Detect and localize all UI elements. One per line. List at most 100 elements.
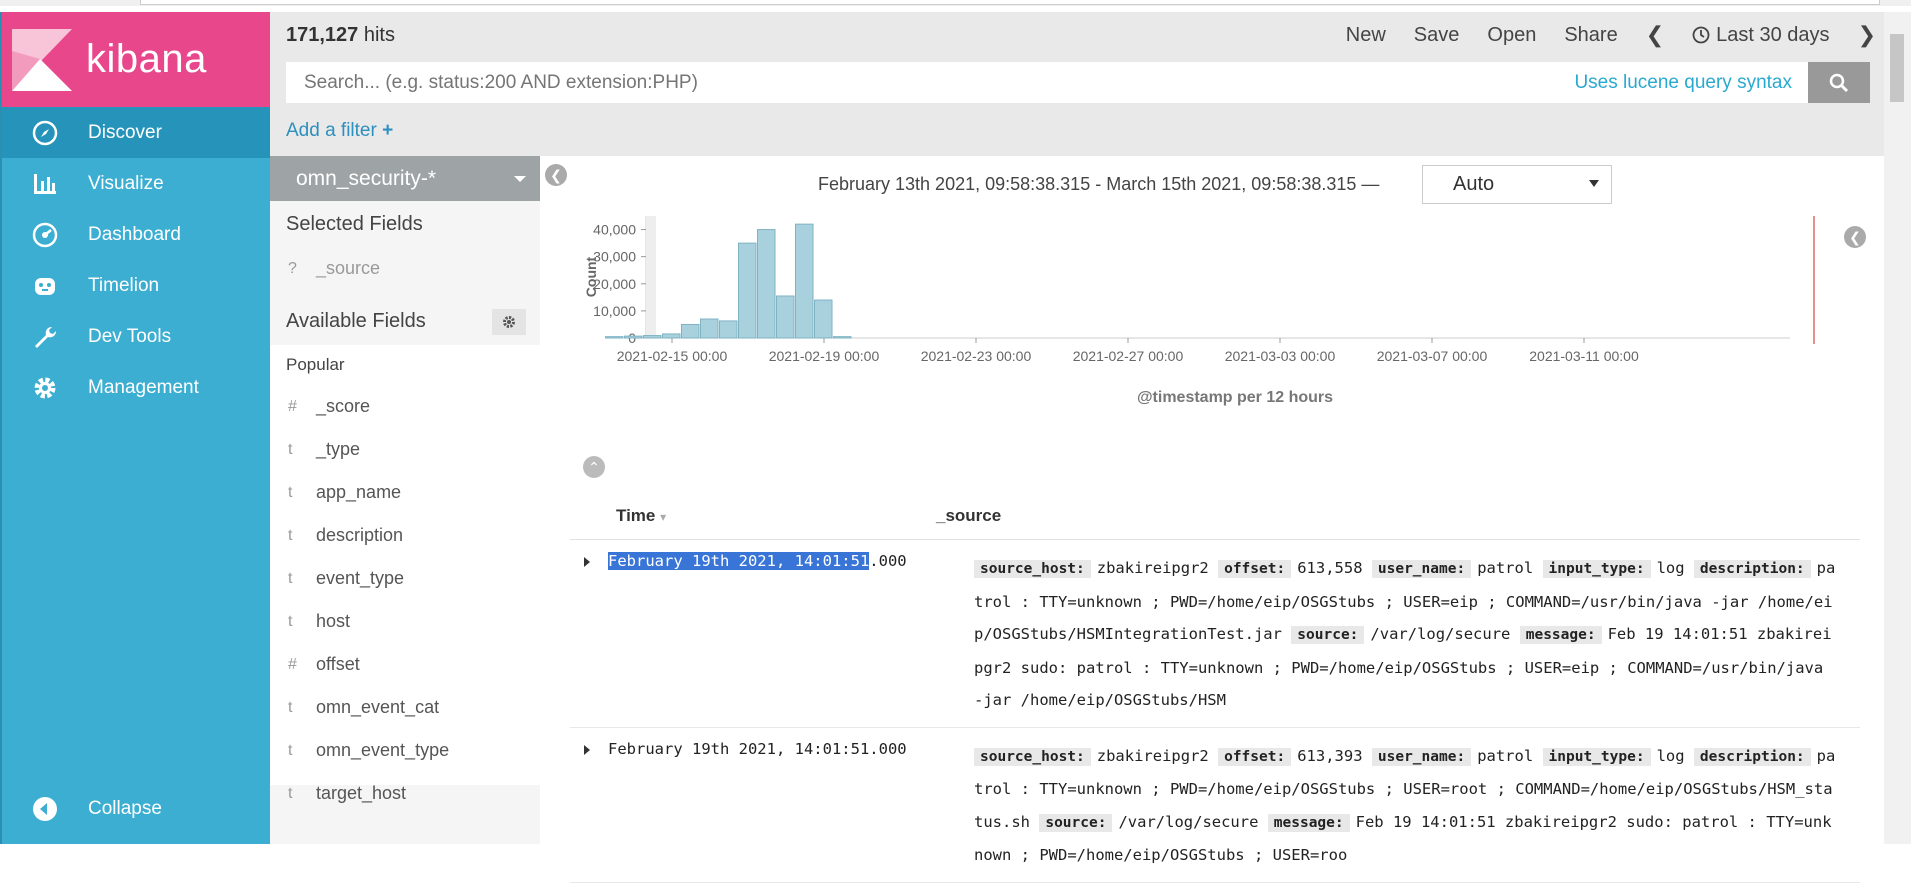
field-type-icon: t (288, 526, 293, 544)
collapse-sidebar-chevron-icon[interactable]: ❮ (545, 164, 567, 186)
x-tick-label: 2021-02-15 00:00 (617, 348, 728, 364)
field-item[interactable]: t target_host (270, 772, 540, 815)
kibana-logo-mark (12, 28, 72, 91)
add-filter-link[interactable]: Add a filter + (286, 120, 393, 142)
time-prev-chevron-icon[interactable]: ❮ (1646, 22, 1664, 48)
field-type-icon: # (288, 655, 297, 673)
sidebar-item-dev-tools[interactable]: Dev Tools (2, 311, 270, 362)
x-tick-label: 2021-02-19 00:00 (769, 348, 880, 364)
plot-edge (646, 216, 656, 338)
browser-url-bar[interactable] (140, 0, 1880, 5)
sidebar-item-visualize[interactable]: Visualize (2, 158, 270, 209)
source-field-value: patrol (1477, 746, 1534, 765)
histogram-bar[interactable] (662, 333, 681, 339)
time-picker-button[interactable]: Last 30 days (1692, 24, 1830, 47)
field-settings-button[interactable] (492, 308, 526, 335)
source-field-key: input_type: (1542, 560, 1651, 578)
histogram-bar[interactable] (643, 335, 662, 339)
field-name: offset (316, 654, 360, 674)
new-button[interactable]: New (1346, 24, 1386, 47)
field-item[interactable]: t event_type (270, 557, 540, 600)
page-scrollbar[interactable] (1884, 12, 1911, 844)
histogram-bar[interactable] (776, 295, 795, 339)
sidebar-item-label: Timelion (88, 274, 160, 296)
field-type-icon: t (288, 569, 293, 587)
share-button[interactable]: Share (1564, 24, 1617, 47)
field-name: description (316, 525, 404, 545)
search-input[interactable] (286, 62, 1575, 103)
field-item[interactable]: # _score (270, 385, 540, 428)
x-tick-label: 2021-03-11 00:00 (1529, 348, 1639, 364)
field-item[interactable]: t omn_event_type (270, 729, 540, 772)
y-tick-label: 20,000 (593, 276, 636, 292)
source-field-value: log (1656, 559, 1685, 577)
source-field-key: offset: (1218, 747, 1292, 766)
field-item[interactable]: ? _source (270, 247, 540, 290)
histogram-chart[interactable]: 010,00020,00030,00040,000Count2021-02-15… (540, 216, 1870, 486)
histogram-bar[interactable] (719, 320, 738, 339)
sidebar-item-timelion[interactable]: Timelion (2, 260, 270, 311)
x-tick-label: 2021-03-03 00:00 (1225, 348, 1336, 364)
wrench-icon (30, 322, 60, 352)
field-name: host (316, 611, 351, 631)
hits-label: hits (363, 24, 395, 46)
main-sidebar: kibana Discover Visualize Dashboard Time… (0, 12, 270, 844)
histogram-bar[interactable] (700, 318, 719, 339)
sidebar-item-dashboard[interactable]: Dashboard (2, 209, 270, 260)
field-type-icon: t (288, 741, 293, 759)
histogram-bar[interactable] (605, 336, 624, 339)
source-field-key: input_type: (1542, 747, 1651, 766)
histogram-bar[interactable] (795, 223, 814, 339)
histogram-bar[interactable] (814, 299, 833, 339)
index-pattern-selector[interactable]: omn_security-* (270, 156, 540, 201)
field-item[interactable]: t app_name (270, 471, 540, 514)
source-field-value: /var/log/secure (1118, 812, 1259, 831)
selected-text: February 19th 2021, 14:01:51 (608, 552, 870, 570)
time-next-chevron-icon[interactable]: ❯ (1858, 22, 1876, 48)
sort-icon[interactable]: ▾ (660, 510, 666, 524)
source-field-key: source: (1291, 626, 1365, 644)
histogram-bar[interactable] (757, 229, 776, 339)
scrollbar-thumb[interactable] (1890, 34, 1904, 102)
logo-text: kibana (86, 37, 207, 81)
hits-number: 171,127 (286, 24, 359, 46)
histogram-bar[interactable] (833, 336, 852, 339)
interval-select[interactable]: Auto (1422, 165, 1612, 204)
field-name: _type (316, 439, 361, 459)
histogram-bar[interactable] (624, 335, 643, 339)
search-button[interactable] (1808, 62, 1870, 103)
sidebar-item-management[interactable]: Management (2, 362, 270, 413)
save-button[interactable]: Save (1414, 24, 1460, 47)
source-field-key: source_host: (974, 747, 1091, 766)
kibana-logo[interactable]: kibana (2, 12, 270, 107)
histogram-bar[interactable] (738, 242, 757, 339)
gear-icon (30, 373, 60, 403)
bar-chart-icon (30, 169, 60, 199)
timelion-icon (30, 271, 60, 301)
field-item[interactable]: t host (270, 600, 540, 643)
source-field-key: message: (1267, 813, 1350, 832)
collapse-histogram-chevron-icon[interactable]: ⌃ (583, 456, 605, 478)
field-item[interactable]: t omn_event_cat (270, 686, 540, 729)
sidebar-item-label: Dev Tools (88, 325, 172, 347)
collapse-label: Collapse (88, 797, 162, 819)
histogram-bar[interactable] (681, 323, 700, 339)
sidebar-collapse-button[interactable]: Collapse (2, 783, 270, 834)
source-field-value: 613,558 (1297, 559, 1363, 577)
top-nav-bar: 171,127 hits New Save Open Share ❮ Last … (270, 12, 1884, 156)
field-name: omn_event_cat (316, 697, 440, 717)
source-field-key: message: (1519, 626, 1602, 644)
y-tick-label: 30,000 (593, 249, 636, 265)
lucene-syntax-link[interactable]: Uses lucene query syntax (1574, 72, 1792, 94)
document-rows: February 19th 2021, 14:01:51.000 source_h… (570, 540, 1860, 883)
time-range-text: February 13th 2021, 09:58:38.315 - March… (818, 174, 1380, 194)
sidebar-item-discover[interactable]: Discover (2, 107, 270, 158)
document-row: February 19th 2021, 14:01:51.000 source_h… (570, 540, 1860, 728)
source-field-key: description: (1693, 747, 1811, 766)
open-button[interactable]: Open (1487, 24, 1536, 47)
field-item[interactable]: # offset (270, 643, 540, 686)
dropdown-arrow-icon (1589, 180, 1599, 187)
field-item[interactable]: t description (270, 514, 540, 557)
field-item[interactable]: t _type (270, 428, 540, 471)
column-header-time[interactable]: Time ▾ (570, 506, 940, 526)
